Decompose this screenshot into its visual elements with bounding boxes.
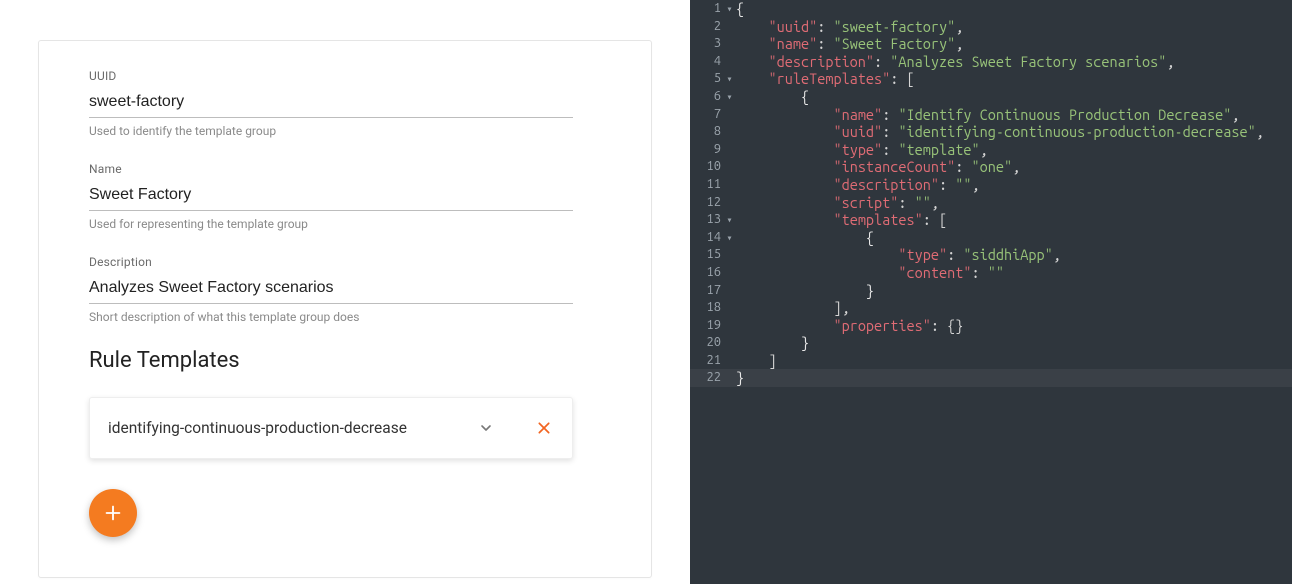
code-content: "description": "", [736, 176, 980, 194]
fold-marker-icon[interactable]: ▾ [723, 88, 736, 106]
add-rule-template-button[interactable] [89, 489, 137, 537]
uuid-help: Used to identify the template group [89, 124, 601, 138]
fold-marker-icon[interactable]: ▾ [723, 211, 736, 229]
fold-marker-icon[interactable]: ▾ [723, 0, 736, 18]
line-number: 2 [690, 18, 723, 36]
code-area[interactable]: 1▾{2 "uuid": "sweet-factory",3 "name": "… [690, 0, 1292, 387]
code-content: } [736, 334, 809, 352]
code-line[interactable]: 10 "instanceCount": "one", [690, 158, 1292, 176]
line-number: 16 [690, 264, 723, 282]
code-content: "type": "siddhiApp", [736, 246, 1061, 264]
code-line[interactable]: 14▾ { [690, 229, 1292, 247]
name-input[interactable] [89, 182, 573, 211]
code-content: "description": "Analyzes Sweet Factory s… [736, 53, 1175, 71]
code-content: { [736, 88, 809, 106]
code-content: ] [736, 352, 777, 370]
code-content: { [736, 229, 874, 247]
code-line[interactable]: 13▾ "templates": [ [690, 211, 1292, 229]
code-content: "type": "template", [736, 141, 988, 159]
line-number: 11 [690, 176, 723, 194]
description-help: Short description of what this template … [89, 310, 601, 324]
code-content: "instanceCount": "one", [736, 158, 1020, 176]
uuid-label: UUID [89, 69, 601, 83]
line-number: 14 [690, 229, 723, 247]
code-content: "content": "" [736, 264, 1004, 282]
form-panel: UUID Used to identify the template group… [0, 0, 690, 584]
line-number: 20 [690, 334, 723, 352]
line-number: 4 [690, 53, 723, 71]
code-line[interactable]: 11 "description": "", [690, 176, 1292, 194]
app-root: UUID Used to identify the template group… [0, 0, 1292, 584]
code-line[interactable]: 9 "type": "template", [690, 141, 1292, 159]
line-number: 6 [690, 88, 723, 106]
code-line[interactable]: 18 ], [690, 299, 1292, 317]
code-line[interactable]: 17 } [690, 282, 1292, 300]
code-line[interactable]: 12 "script": "", [690, 194, 1292, 212]
uuid-field-group: UUID Used to identify the template group [89, 69, 601, 138]
code-content: { [736, 0, 744, 18]
code-content: "name": "Identify Continuous Production … [736, 106, 1239, 124]
fold-marker-icon[interactable]: ▾ [723, 229, 736, 247]
line-number: 12 [690, 194, 723, 212]
code-line[interactable]: 2 "uuid": "sweet-factory", [690, 18, 1292, 36]
description-label: Description [89, 255, 601, 269]
code-line[interactable]: 22} [690, 369, 1292, 387]
rule-templates-heading: Rule Templates [89, 348, 601, 373]
code-content: } [736, 369, 744, 387]
chevron-down-icon[interactable] [476, 418, 496, 438]
code-line[interactable]: 19 "properties": {} [690, 317, 1292, 335]
rule-template-item[interactable]: identifying-continuous-production-decrea… [89, 397, 573, 459]
line-number: 13 [690, 211, 723, 229]
code-editor-panel[interactable]: 1▾{2 "uuid": "sweet-factory",3 "name": "… [690, 0, 1292, 584]
name-help: Used for representing the template group [89, 217, 601, 231]
code-line[interactable]: 16 "content": "" [690, 264, 1292, 282]
description-field-group: Description Short description of what th… [89, 255, 601, 324]
code-content: "name": "Sweet Factory", [736, 35, 963, 53]
code-content: "script": "", [736, 194, 939, 212]
code-content: ], [736, 299, 850, 317]
line-number: 3 [690, 35, 723, 53]
code-content: "ruleTemplates": [ [736, 70, 915, 88]
code-line[interactable]: 21 ] [690, 352, 1292, 370]
rule-template-name: identifying-continuous-production-decrea… [108, 419, 460, 437]
code-line[interactable]: 7 "name": "Identify Continuous Productio… [690, 106, 1292, 124]
code-content: "uuid": "identifying-continuous-producti… [736, 123, 1264, 141]
line-number: 10 [690, 158, 723, 176]
line-number: 19 [690, 317, 723, 335]
line-number: 15 [690, 246, 723, 264]
description-input[interactable] [89, 275, 573, 304]
code-line[interactable]: 4 "description": "Analyzes Sweet Factory… [690, 53, 1292, 71]
fold-marker-icon[interactable]: ▾ [723, 70, 736, 88]
code-content: "properties": {} [736, 317, 963, 335]
code-line[interactable]: 20 } [690, 334, 1292, 352]
uuid-input[interactable] [89, 89, 573, 118]
name-label: Name [89, 162, 601, 176]
code-line[interactable]: 3 "name": "Sweet Factory", [690, 35, 1292, 53]
code-line[interactable]: 8 "uuid": "identifying-continuous-produc… [690, 123, 1292, 141]
template-group-card: UUID Used to identify the template group… [38, 40, 652, 578]
close-icon[interactable] [534, 418, 554, 438]
line-number: 5 [690, 70, 723, 88]
code-line[interactable]: 6▾ { [690, 88, 1292, 106]
line-number: 17 [690, 282, 723, 300]
line-number: 8 [690, 123, 723, 141]
code-line[interactable]: 15 "type": "siddhiApp", [690, 246, 1292, 264]
code-line[interactable]: 1▾{ [690, 0, 1292, 18]
line-number: 7 [690, 106, 723, 124]
code-content: "templates": [ [736, 211, 947, 229]
code-content: } [736, 282, 874, 300]
name-field-group: Name Used for representing the template … [89, 162, 601, 231]
line-number: 18 [690, 299, 723, 317]
code-content: "uuid": "sweet-factory", [736, 18, 963, 36]
code-line[interactable]: 5▾ "ruleTemplates": [ [690, 70, 1292, 88]
line-number: 9 [690, 141, 723, 159]
line-number: 1 [690, 0, 723, 18]
line-number: 21 [690, 352, 723, 370]
line-number: 22 [690, 369, 723, 387]
